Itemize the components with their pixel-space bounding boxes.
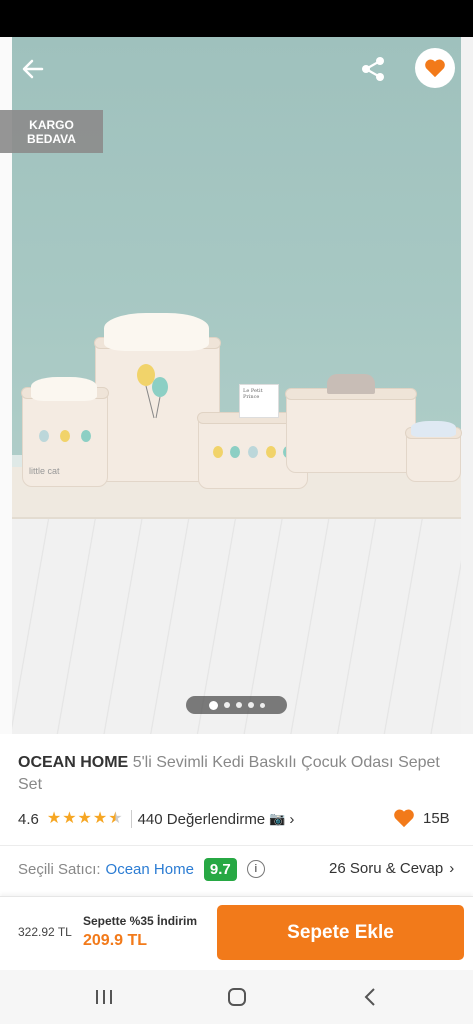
book-box: Le Petit Prince (239, 384, 279, 418)
divider (130, 810, 132, 828)
home-button[interactable] (217, 984, 257, 1010)
share-button[interactable] (358, 54, 388, 84)
back-nav-button[interactable] (350, 984, 390, 1010)
heart-icon (425, 59, 445, 78)
basket-left: little cat (21, 377, 109, 487)
back-button[interactable] (18, 54, 48, 84)
chevron-right-icon: › (449, 860, 455, 877)
likes-counter[interactable]: 15B (393, 808, 450, 828)
pager-dot (208, 700, 218, 710)
basket-print: little cat (29, 466, 60, 476)
status-bar (0, 0, 473, 37)
star-icon: ★ (92, 810, 108, 827)
product-title: OCEAN HOME 5'li Sevimli Kedi Baskılı Çoc… (18, 752, 458, 796)
star-icon: ★ (46, 810, 62, 827)
pager-dot (235, 702, 242, 708)
chevron-right-icon: › (289, 810, 295, 828)
pager-dot (259, 702, 265, 708)
heart-icon (394, 809, 414, 828)
questions-answers-link[interactable]: 26 Soru & Cevap › (329, 860, 454, 877)
pager-dot (247, 702, 254, 708)
add-to-cart-button[interactable]: Sepete Ekle (217, 905, 464, 960)
seller-score-badge: 9.7 (203, 857, 237, 881)
old-price: 322.92 TL (18, 925, 72, 939)
home-icon (228, 988, 246, 1006)
chevron-left-icon (364, 988, 375, 1006)
reviews-count: 440 Değerlendirme (137, 810, 266, 828)
info-icon[interactable]: i (246, 860, 265, 878)
basket-discount-text: Sepette %35 İndirim (83, 914, 198, 928)
discounted-price: 209.9 TL (83, 932, 148, 949)
free-shipping-text: KARGO BEDAVA (27, 118, 76, 146)
likes-count: 15B (423, 809, 450, 827)
rating-score: 4.6 (18, 810, 39, 828)
basket-right (285, 374, 417, 473)
qa-label: 26 Soru & Cevap (329, 860, 444, 877)
rating-row: 4.6 ★ ★ ★ ★ ★ 440 Değerlendirme 📷 › (18, 808, 458, 830)
pager-dot (223, 702, 230, 708)
add-to-cart-label: Sepete Ekle (287, 921, 394, 943)
camera-icon: 📷 (269, 811, 286, 826)
arrow-left-icon (22, 59, 44, 79)
star-icon: ★ (77, 810, 92, 827)
divider (0, 845, 473, 846)
seller-label: Seçili Satıcı: (18, 860, 101, 878)
star-half-icon: ★ (108, 810, 123, 827)
reviews-link[interactable]: 440 Değerlendirme 📷 › (138, 811, 295, 828)
system-nav-bar (0, 970, 473, 1024)
share-icon (362, 57, 384, 81)
recent-apps-button[interactable] (84, 984, 124, 1010)
basket-small (405, 421, 462, 482)
product-brand[interactable]: OCEAN HOME (18, 754, 128, 771)
star-icon: ★ (62, 810, 77, 827)
rating-stars: ★ ★ ★ ★ ★ (47, 810, 123, 828)
image-pager[interactable] (186, 696, 287, 714)
recent-apps-icon (96, 990, 112, 1004)
free-shipping-badge: KARGO BEDAVA (0, 110, 103, 153)
favorite-button[interactable] (415, 48, 455, 88)
seller-name-link[interactable]: Ocean Home (106, 861, 194, 878)
